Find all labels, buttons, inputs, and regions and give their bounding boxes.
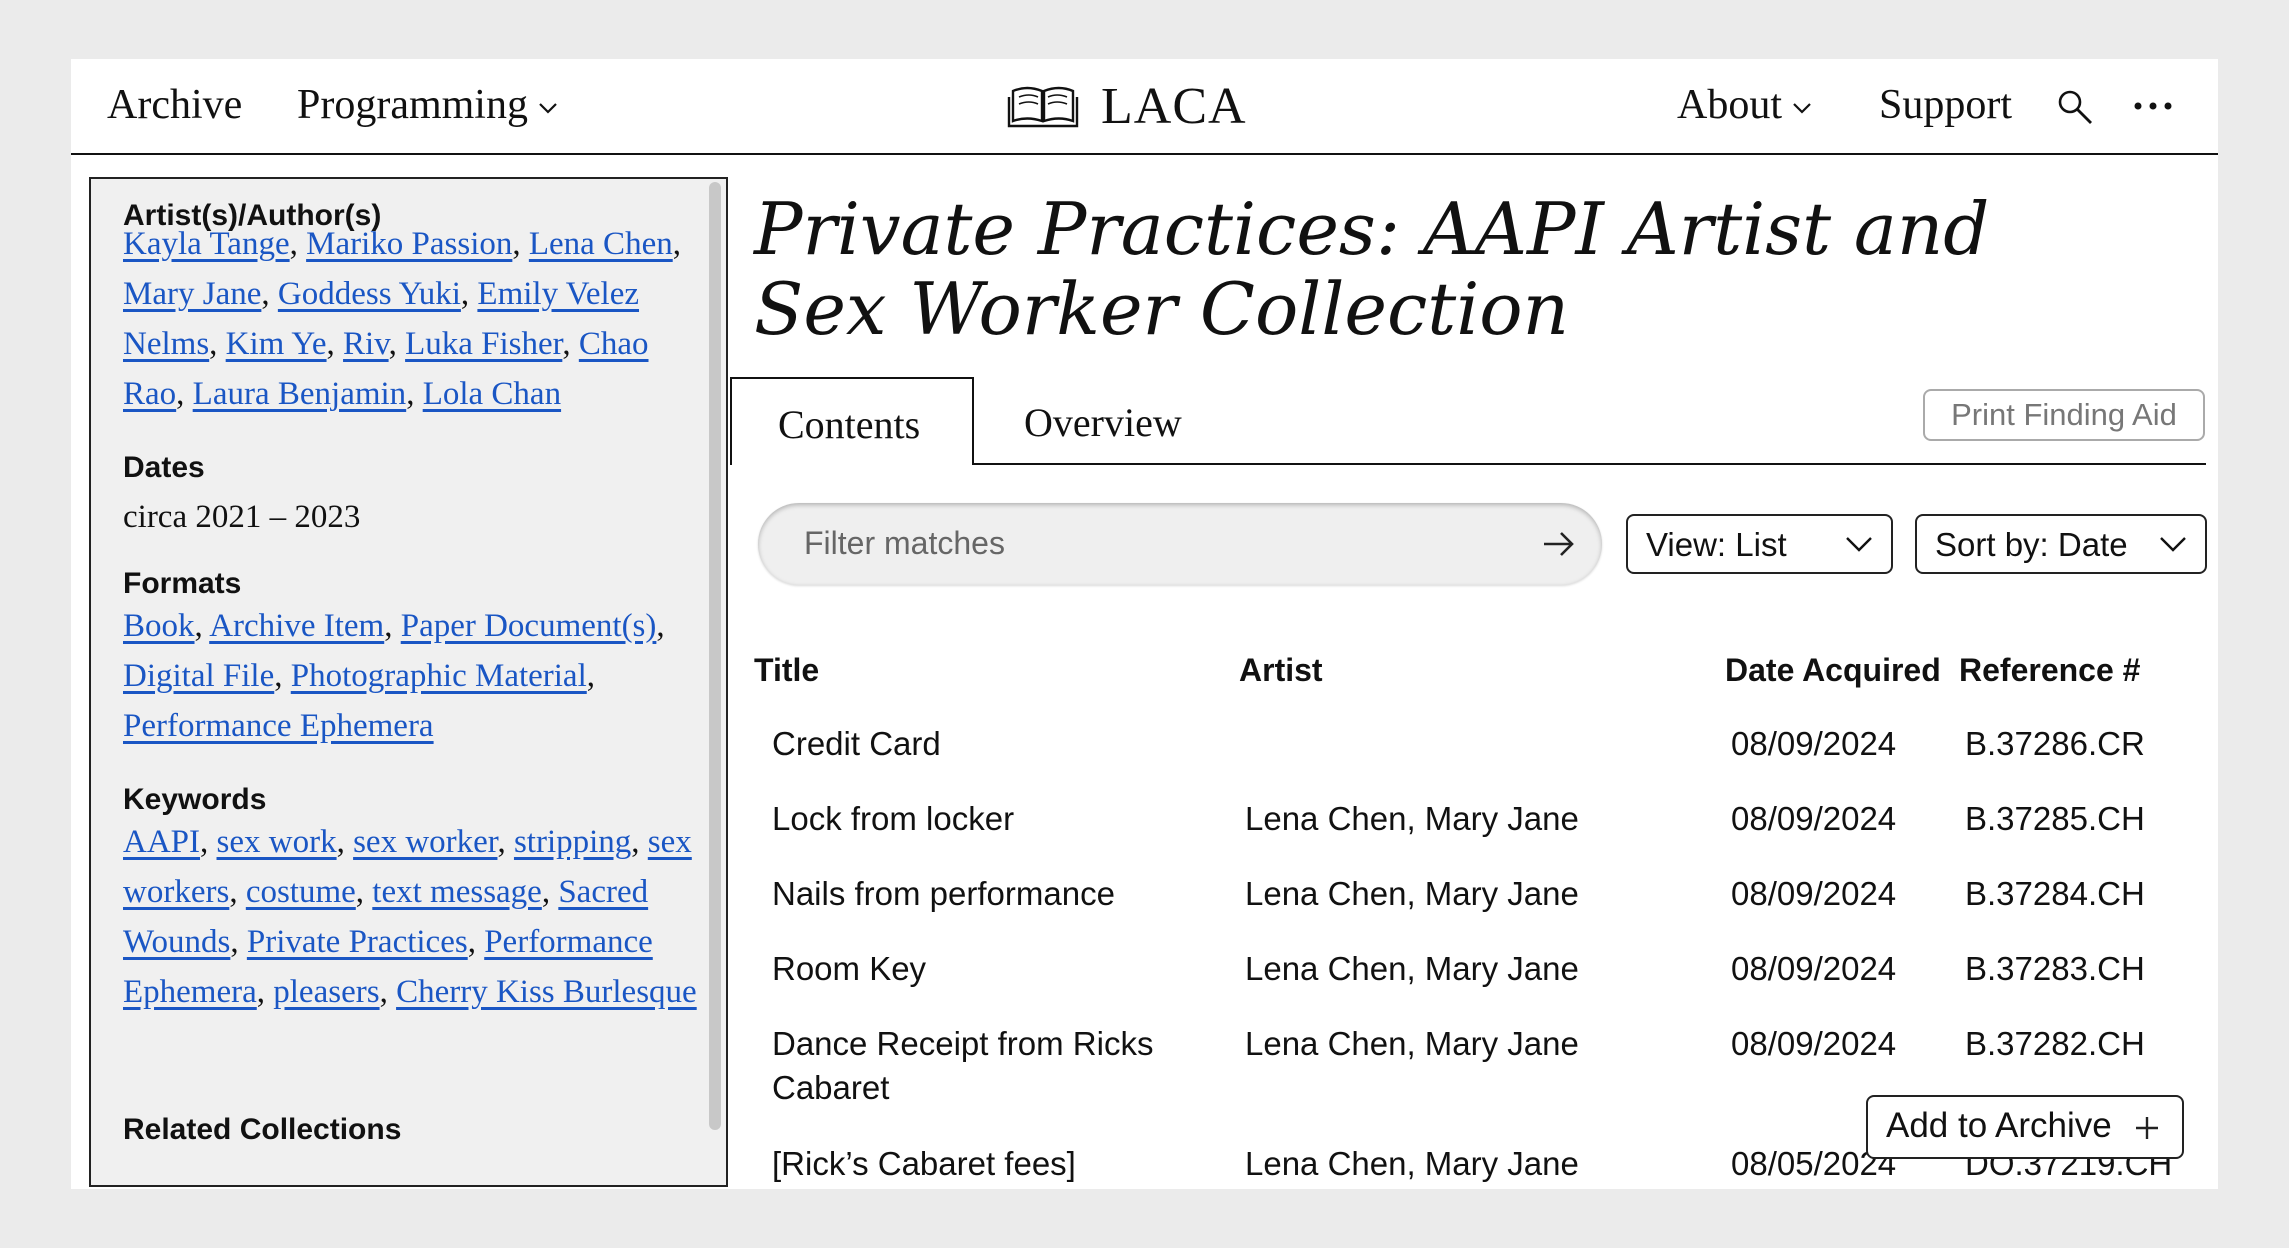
site-header: Archive Programming LACA About Support <box>71 59 2218 155</box>
keyword-link[interactable]: stripping <box>514 824 631 860</box>
nav-programming-label: Programming <box>297 82 528 128</box>
nav-about[interactable]: About <box>1677 81 1812 129</box>
sort-select[interactable]: Sort by: Date <box>1915 514 2207 574</box>
nav-programming[interactable]: Programming <box>297 81 558 129</box>
row-date: 08/09/2024 <box>1731 875 1897 912</box>
artist-link[interactable]: Mary Jane <box>123 276 261 312</box>
row-title: Dance Receipt from Ricks Cabaret <box>772 1025 1154 1106</box>
artist-link[interactable]: Luka Fisher <box>405 326 562 362</box>
column-header-date[interactable]: Date Acquired <box>1725 652 1941 689</box>
book-logo-icon <box>1007 86 1079 128</box>
row-artist: Lena Chen, Mary Jane <box>1245 875 1579 912</box>
row-artist: Lena Chen, Mary Jane <box>1245 1145 1579 1182</box>
artist-link[interactable]: Mariko Passion <box>306 226 512 262</box>
print-finding-aid-button[interactable]: Print Finding Aid <box>1923 389 2205 441</box>
tab-overview[interactable]: Overview <box>974 377 1204 463</box>
artist-link[interactable]: Riv <box>343 326 389 362</box>
row-reference: B.37286.CR <box>1965 725 2145 762</box>
column-header-artist[interactable]: Artist <box>1239 652 1323 689</box>
page-title: Private Practices: AAPI Artist and Sex W… <box>754 187 1990 351</box>
tab-contents[interactable]: Contents <box>730 377 974 465</box>
keyword-link[interactable]: sex worker <box>353 824 497 860</box>
view-select-label: View: List <box>1646 526 1787 563</box>
keywords-heading: Keywords <box>123 783 267 816</box>
keyword-link[interactable]: text message <box>372 874 542 910</box>
keyword-link[interactable]: Private Practices <box>247 924 468 960</box>
row-date: 08/09/2024 <box>1731 1025 1897 1062</box>
row-artist: Lena Chen, Mary Jane <box>1245 800 1579 837</box>
dates-value: circa 2021 – 2023 <box>123 499 361 535</box>
format-link[interactable]: Digital File <box>123 658 274 694</box>
sidebar-scrollbar[interactable] <box>709 182 721 1130</box>
page: Archive Programming LACA About Support A <box>71 59 2218 1189</box>
add-to-archive-button[interactable]: Add to Archive <box>1866 1095 2184 1159</box>
nav-archive[interactable]: Archive <box>107 81 242 129</box>
column-header-title[interactable]: Title <box>754 652 819 689</box>
format-link[interactable]: Performance Ephemera <box>123 708 434 744</box>
row-artist: Lena Chen, Mary Jane <box>1245 950 1579 987</box>
row-title: Nails from performance <box>772 875 1115 912</box>
sort-select-label: Sort by: Date <box>1935 526 2128 563</box>
format-link[interactable]: Book <box>123 608 195 644</box>
artist-links: Kayla Tange, Mariko Passion, Lena Chen, … <box>123 226 681 412</box>
keyword-links: AAPI, sex work, sex worker, stripping, s… <box>123 824 697 1010</box>
chevron-down-icon <box>2160 537 2186 552</box>
logo-text: LACA <box>1101 77 1247 135</box>
column-header-reference[interactable]: Reference # <box>1959 652 2140 689</box>
sidebar[interactable]: Artist(s)/Author(s) Kayla Tange, Mariko … <box>89 177 728 1187</box>
nav-about-label: About <box>1677 82 1782 128</box>
row-reference: B.37283.CH <box>1965 950 2145 987</box>
chevron-down-icon <box>539 103 557 114</box>
keyword-link[interactable]: costume <box>246 874 356 910</box>
dates-heading: Dates <box>123 451 205 484</box>
row-date: 08/09/2024 <box>1731 800 1897 837</box>
arrow-right-icon[interactable] <box>1542 529 1576 559</box>
keyword-link[interactable]: Cherry Kiss Burlesque <box>396 974 697 1010</box>
artist-link[interactable]: Kim Ye <box>226 326 327 362</box>
search-icon[interactable] <box>2055 87 2095 127</box>
row-title: Lock from locker <box>772 800 1015 837</box>
artist-link[interactable]: Kayla Tange <box>123 226 290 262</box>
format-link[interactable]: Paper Document(s) <box>401 608 657 644</box>
row-reference: B.37285.CH <box>1965 800 2145 837</box>
keyword-link[interactable]: pleasers <box>273 974 379 1010</box>
row-artist: Lena Chen, Mary Jane <box>1245 1025 1579 1062</box>
filter-input[interactable] <box>804 521 1504 565</box>
chevron-down-icon <box>1793 103 1811 114</box>
format-links: Book, Archive Item, Paper Document(s), D… <box>123 608 665 744</box>
keyword-link[interactable]: AAPI <box>123 824 200 860</box>
filter-bar <box>758 503 1602 585</box>
chevron-down-icon <box>1846 537 1872 552</box>
more-icon[interactable] <box>2133 101 2173 111</box>
related-collections-heading: Related Collections <box>123 1113 402 1146</box>
row-title: [Rick’s Cabaret fees] <box>772 1145 1076 1182</box>
tab-overview-label: Overview <box>1024 400 1182 445</box>
artist-link[interactable]: Lola Chan <box>423 376 561 412</box>
artist-link[interactable]: Laura Benjamin <box>193 376 407 412</box>
row-reference: B.37282.CH <box>1965 1025 2145 1062</box>
tab-contents-label: Contents <box>778 402 921 447</box>
row-title: Credit Card <box>772 725 941 762</box>
logo[interactable]: LACA <box>1007 77 1247 135</box>
artist-link[interactable]: Lena Chen <box>529 226 673 262</box>
row-date: 08/09/2024 <box>1731 950 1897 987</box>
view-select[interactable]: View: List <box>1626 514 1893 574</box>
artist-link[interactable]: Goddess Yuki <box>278 276 461 312</box>
row-reference: B.37284.CH <box>1965 875 2145 912</box>
format-link[interactable]: Archive Item <box>209 608 384 644</box>
nav-support[interactable]: Support <box>1879 81 2012 129</box>
row-date: 08/09/2024 <box>1731 725 1897 762</box>
row-title: Room Key <box>772 950 927 987</box>
add-to-archive-label: Add to Archive <box>1886 1106 2112 1145</box>
keyword-link[interactable]: sex work <box>217 824 337 860</box>
format-link[interactable]: Photographic Material <box>291 658 587 694</box>
plus-icon <box>2136 1117 2158 1139</box>
formats-heading: Formats <box>123 567 242 600</box>
